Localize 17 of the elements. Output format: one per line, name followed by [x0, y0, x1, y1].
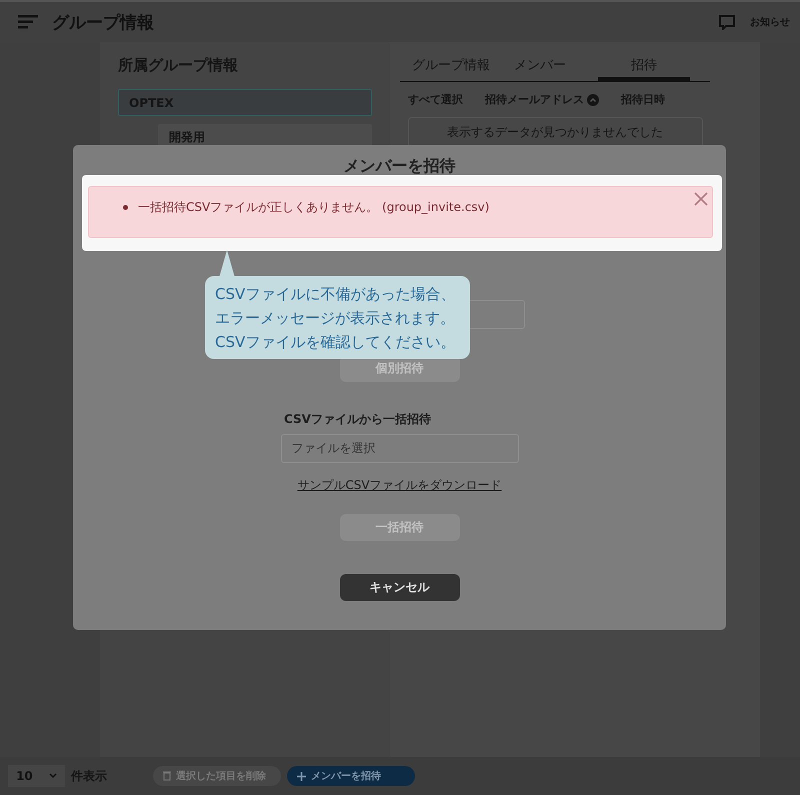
cancel-button[interactable]: キャンセル [340, 574, 460, 601]
sort-up-icon[interactable] [587, 94, 599, 106]
file-field[interactable]: ファイルを選択 [280, 434, 518, 463]
csv-label: CSVファイルから一括招待 [284, 411, 431, 428]
invite-member-button[interactable]: メンバーを招待 [287, 766, 415, 786]
modal-title: メンバーを招待 [344, 157, 456, 175]
error-message: 一括招待CSVファイルが正しくありません。 (group_invite.csv) [138, 199, 490, 216]
menu-icon[interactable] [18, 15, 38, 29]
trash-icon [163, 771, 171, 781]
callout-text: CSVファイルを確認してください。 [215, 332, 456, 353]
plus-icon [297, 772, 306, 780]
callout-text: エラーメッセージが表示されます。 [215, 308, 455, 329]
close-icon[interactable] [694, 192, 708, 206]
callout-text: CSVファイルに不備があった場合、 [215, 284, 456, 305]
sample-download-link[interactable]: サンプルCSVファイルをダウンロード [297, 477, 502, 494]
chevron-down-icon [48, 773, 57, 779]
chat-icon[interactable] [718, 14, 736, 30]
